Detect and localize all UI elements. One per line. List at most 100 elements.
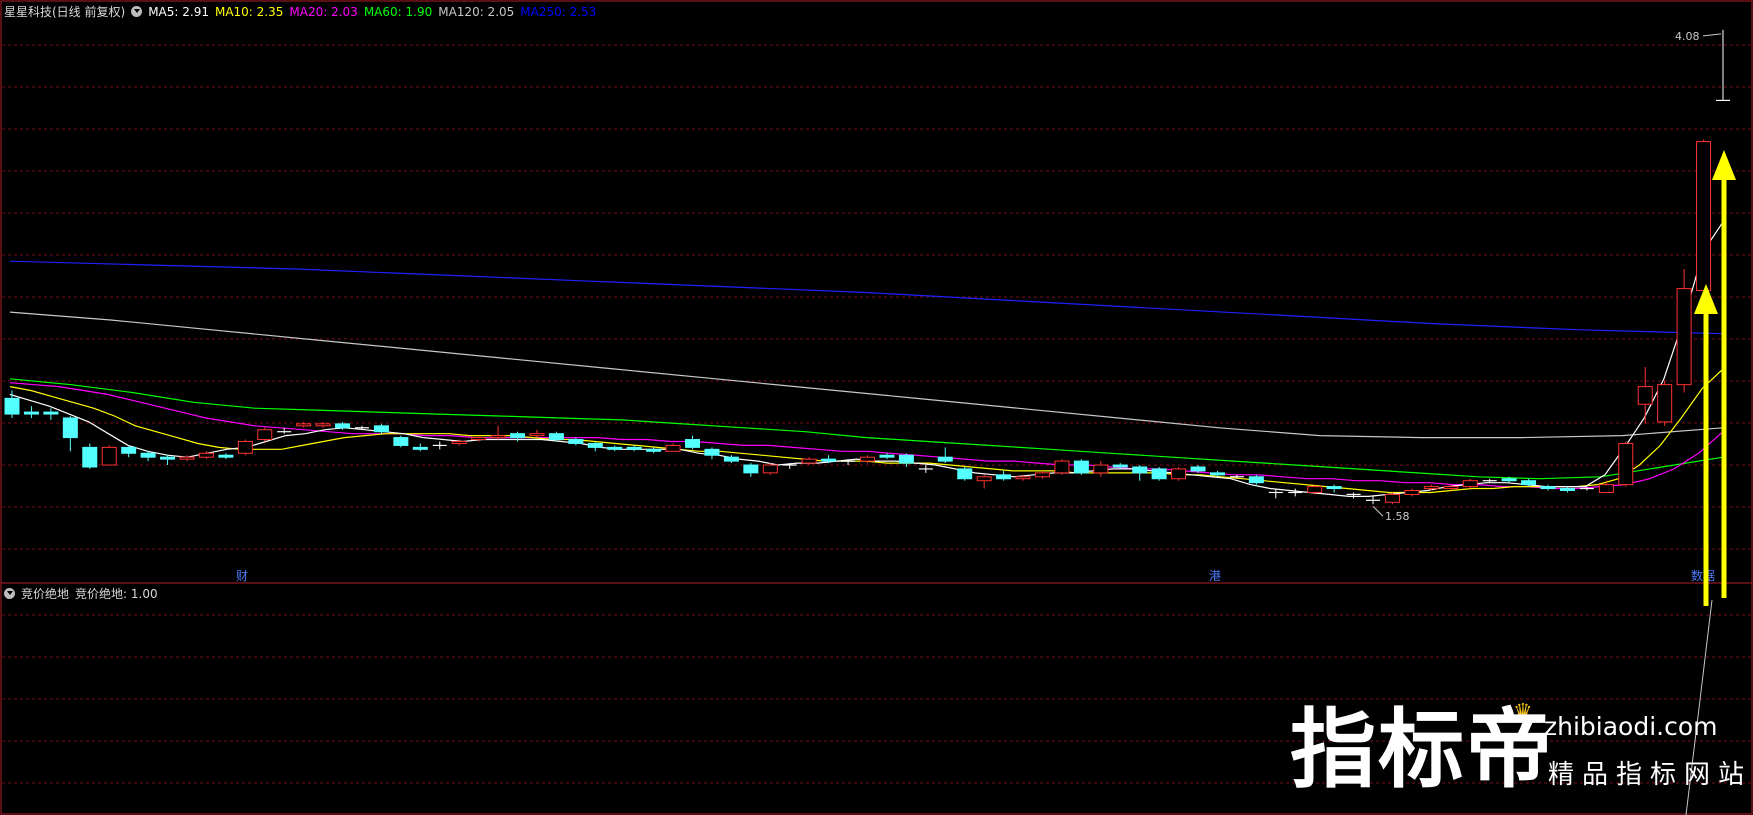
- candle-body: [1015, 476, 1031, 480]
- candle-body: [1034, 472, 1050, 478]
- candle-body: [490, 435, 506, 439]
- candle-body: [296, 423, 312, 427]
- candle-body: [1443, 486, 1459, 490]
- candle-body: [1307, 486, 1323, 493]
- candle-body: [1054, 460, 1070, 474]
- candle-body: [898, 454, 914, 464]
- chart-frame: [0, 0, 1753, 815]
- event-marker: 港: [1209, 569, 1221, 583]
- candle-body: [412, 446, 428, 450]
- candle-body: [529, 433, 545, 437]
- candle-body: [1326, 486, 1342, 490]
- candle-body: [1521, 480, 1537, 486]
- watermark-tagline: 精品指标网站: [1548, 760, 1753, 790]
- candle-body: [607, 446, 623, 450]
- candle-body: [1637, 386, 1653, 405]
- dropdown-icon[interactable]: [4, 588, 15, 599]
- candle-body: [937, 456, 953, 462]
- ma-label: MA5: 2.91: [148, 5, 209, 19]
- candle-body: [179, 456, 195, 460]
- candle-body: [1151, 468, 1167, 480]
- candle-body: [393, 437, 409, 446]
- candle-body: [198, 452, 214, 458]
- candle-body: [646, 448, 662, 452]
- candle-body: [548, 433, 564, 441]
- candle-body: [1404, 490, 1420, 495]
- candle-body: [1462, 480, 1478, 488]
- candle-body: [1501, 478, 1517, 482]
- candle-body: [801, 458, 817, 464]
- candle-body: [1171, 468, 1187, 480]
- ma-label: MA60: 1.90: [363, 5, 433, 19]
- candle-body: [121, 446, 137, 454]
- candle-body: [4, 397, 20, 415]
- candle-body: [1112, 464, 1128, 468]
- ma120-line: [9, 311, 1724, 439]
- candle-body: [1073, 460, 1089, 474]
- ma-label: MA10: 2.35: [214, 5, 284, 19]
- candle-body: [821, 458, 837, 462]
- ma-label: MA120: 2.05: [438, 5, 515, 19]
- kline-chart: 4.08 1.58 财 港 数据: [0, 0, 1753, 815]
- candle-body: [685, 439, 701, 448]
- candle-body: [101, 446, 117, 466]
- candle-body: [1384, 493, 1400, 503]
- candle-body: [860, 456, 875, 462]
- candle-body: [587, 442, 603, 448]
- candle-body: [743, 464, 759, 474]
- main-header: 星星科技(日线 前复权) MA5: 2.91 MA10: 2.35 MA20: 2.0…: [4, 3, 608, 21]
- dropdown-icon[interactable]: [131, 6, 143, 17]
- candle-body: [1423, 486, 1439, 490]
- candle-body: [451, 441, 467, 444]
- candle-body: [665, 444, 681, 452]
- candle-body: [1696, 141, 1712, 292]
- candle-body: [315, 423, 331, 427]
- candle-body: [1598, 484, 1614, 493]
- candle-body: [43, 411, 59, 415]
- candle-body: [1093, 464, 1109, 474]
- candle-body: [82, 446, 98, 468]
- candle-body: [62, 417, 78, 439]
- candle-body: [976, 476, 992, 482]
- candle-body: [160, 456, 176, 460]
- candle-body: [879, 454, 895, 458]
- sub-header: 竞价绝地 竞价绝地: 1.00: [4, 585, 164, 603]
- ma-label: MA20: 2.03: [289, 5, 358, 19]
- watermark-url: zhibiaodi.com: [1544, 712, 1718, 741]
- ma-legend: MA5: 2.91 MA10: 2.35 MA20: 2.03 MA60: 1.90 M…: [148, 5, 602, 19]
- event-marker: 财: [236, 569, 248, 583]
- candle-body: [1676, 288, 1692, 386]
- candle-body: [140, 452, 156, 458]
- candle-body: [510, 433, 526, 439]
- ma-label: MA250: 2.53: [520, 5, 597, 19]
- candle-body: [1248, 476, 1264, 484]
- candle-body: [1209, 472, 1225, 476]
- candle-body: [1657, 384, 1673, 423]
- low-pointer: [1372, 505, 1384, 517]
- candle-body: [373, 425, 389, 433]
- chart-stage: 4.08 1.58 财 港 数据 星星科技(日线 前复权) MA5: 2.91 MA10: …: [0, 0, 1753, 815]
- stock-title: 星星科技(日线 前复权): [4, 5, 126, 19]
- indicator-title: 竞价绝地: [21, 587, 70, 601]
- candle-body: [762, 464, 778, 474]
- candle-body: [1540, 486, 1556, 490]
- yellow-arrow-head: [1712, 150, 1736, 180]
- candle-body: [723, 456, 739, 462]
- candle-body: [957, 468, 973, 480]
- candle-body: [335, 423, 351, 429]
- candle-body: [1132, 466, 1148, 474]
- candle-body: [218, 454, 234, 458]
- candle-body: [1190, 466, 1206, 472]
- high-price-label: 4.08: [1675, 30, 1700, 43]
- event-marker: 数据: [1691, 568, 1715, 583]
- candle-body: [626, 446, 642, 450]
- candle-body: [568, 439, 584, 444]
- watermark-logo: 指标帝: [1290, 700, 1554, 800]
- low-price-label: 1.58: [1385, 510, 1410, 523]
- candle-body: [996, 474, 1012, 480]
- candle-body: [704, 448, 720, 456]
- ma5-line: [9, 221, 1724, 497]
- candle-body: [471, 437, 487, 441]
- high-pointer: [1702, 33, 1722, 37]
- indicator-value: 竞价绝地: 1.00: [75, 587, 158, 601]
